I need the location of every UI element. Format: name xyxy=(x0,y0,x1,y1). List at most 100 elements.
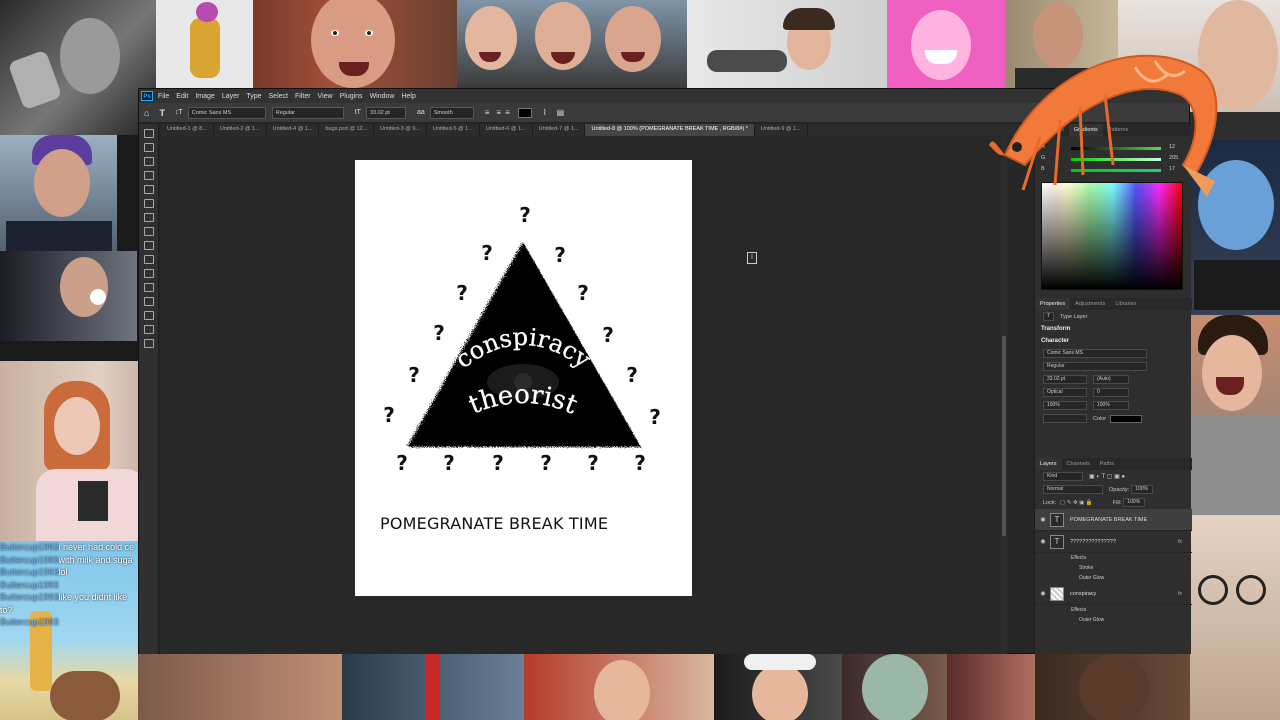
layer-effect-item[interactable]: Outer Glow xyxy=(1035,573,1192,583)
document-tab[interactable]: Untitled-2 @ 1... xyxy=(214,124,267,136)
frame-tool-icon[interactable] xyxy=(143,199,154,208)
antialias-dropdown[interactable]: Smooth xyxy=(429,106,474,119)
blur-tool-icon[interactable] xyxy=(143,311,154,320)
document-tab[interactable]: Untitled-9 @ 1... xyxy=(755,124,808,136)
document-tab[interactable]: bugs.psd @ 12... xyxy=(319,124,375,136)
healing-tool-icon[interactable] xyxy=(143,227,154,236)
document-tab[interactable]: Untitled-6 @ 1... xyxy=(480,124,533,136)
stamp-tool-icon[interactable] xyxy=(143,255,154,264)
prop-vscale-field[interactable]: 100% xyxy=(1043,401,1087,410)
chat-username: Buttercup1993 xyxy=(0,617,59,627)
menu-filter[interactable]: Filter xyxy=(295,93,311,100)
menu-select[interactable]: Select xyxy=(269,93,288,100)
type-tool-icon[interactable]: T xyxy=(159,108,165,118)
layer-effects-badge[interactable]: fx xyxy=(1178,591,1182,597)
marquee-tool-icon[interactable] xyxy=(143,143,154,152)
document-tab[interactable]: Untitled-3 @ 9... xyxy=(374,124,427,136)
menu-plugins[interactable]: Plugins xyxy=(340,93,363,100)
move-tool-icon[interactable] xyxy=(143,129,154,138)
menu-view[interactable]: View xyxy=(318,93,333,100)
tab-channels[interactable]: Channels xyxy=(1062,458,1095,470)
font-style-dropdown[interactable]: Regular xyxy=(271,106,344,119)
pen-tool-icon[interactable] xyxy=(143,339,154,348)
question-mark-glyph: ? xyxy=(554,243,566,267)
tab-properties[interactable]: Properties xyxy=(1035,298,1071,310)
layer-filter-kind[interactable]: Kind xyxy=(1043,472,1083,481)
menu-edit[interactable]: Edit xyxy=(176,93,188,100)
prop-color-swatch[interactable] xyxy=(1110,414,1143,423)
align-right-icon[interactable]: ≡ xyxy=(505,108,510,117)
menu-window[interactable]: Window xyxy=(370,93,395,100)
brush-tool-icon[interactable] xyxy=(143,241,154,250)
document-tab[interactable]: Untitled-7 @ 1... xyxy=(533,124,586,136)
menu-file[interactable]: File xyxy=(158,93,169,100)
menu-layer[interactable]: Layer xyxy=(222,93,240,100)
lock-icons[interactable]: ▢ ✎ ✥ ▣ 🔒 xyxy=(1060,500,1093,506)
prop-style-dropdown[interactable]: Regular xyxy=(1043,362,1147,371)
opacity-field[interactable]: 100% xyxy=(1131,485,1154,494)
character-section[interactable]: Character xyxy=(1035,335,1192,347)
crop-tool-icon[interactable] xyxy=(143,185,154,194)
collage-tile-bottom-1 xyxy=(138,654,342,720)
blend-mode-dropdown[interactable]: Normal xyxy=(1043,485,1103,494)
tab-paths[interactable]: Paths xyxy=(1095,458,1119,470)
layer-effect-item[interactable]: Effects xyxy=(1035,605,1192,615)
scroll-thumb[interactable] xyxy=(1002,336,1006,536)
menu-type[interactable]: Type xyxy=(246,93,261,100)
collage-tile-boy-pointing xyxy=(687,0,887,88)
align-left-icon[interactable]: ≡ xyxy=(485,108,490,117)
fill-field[interactable]: 100% xyxy=(1123,498,1146,507)
document-tab[interactable]: Untitled-1 @ 8... xyxy=(161,124,214,136)
menu-image[interactable]: Image xyxy=(195,93,214,100)
layer-effects-badge[interactable]: fx xyxy=(1178,539,1182,545)
document-tab[interactable]: Untitled-8 @ 100% (POMEGRANATE BREAK TIM… xyxy=(585,124,755,136)
collage-tile-bottom-alien xyxy=(842,654,947,720)
document-canvas[interactable]: conspiracy theorist ????????????????? PO… xyxy=(355,160,692,596)
collage-tile-three-men xyxy=(457,0,687,88)
prop-font-dropdown[interactable]: Comic Sans MS xyxy=(1043,349,1147,358)
layer-row[interactable]: ◉ conspiracy fx xyxy=(1035,583,1192,605)
tab-libraries[interactable]: Libraries xyxy=(1110,298,1141,310)
font-size-dropdown[interactable]: 33.02 pt xyxy=(365,106,406,119)
quick-select-tool-icon[interactable] xyxy=(143,171,154,180)
layer-effect-item[interactable]: Effects xyxy=(1035,553,1192,563)
document-tab[interactable]: Untitled-4 @ 1... xyxy=(267,124,320,136)
text-color-swatch[interactable] xyxy=(517,107,532,118)
align-center-icon[interactable]: ≡ xyxy=(496,108,501,117)
layer-row[interactable]: ◉ T??????????????? fx xyxy=(1035,531,1192,553)
eyedropper-tool-icon[interactable] xyxy=(143,213,154,222)
type-orientation-icon[interactable]: ↕T xyxy=(175,109,183,116)
history-brush-tool-icon[interactable] xyxy=(143,269,154,278)
properties-tabs: Properties Adjustments Libraries xyxy=(1035,298,1192,310)
prop-tracking-field[interactable]: 0 xyxy=(1093,388,1129,397)
transform-section[interactable]: Transform xyxy=(1035,323,1192,335)
character-panel-icon[interactable]: ▤ xyxy=(557,108,565,117)
canvas-area[interactable]: conspiracy theorist ????????????????? PO… xyxy=(160,136,1005,654)
vertical-scrollbar[interactable] xyxy=(1001,136,1007,654)
caption-pomegranate-break-time[interactable]: POMEGRANATE BREAK TIME xyxy=(380,514,608,533)
eraser-tool-icon[interactable] xyxy=(143,283,154,292)
layer-filter-icons[interactable]: ▣ ◐ T ▢ ▣ ● xyxy=(1089,473,1125,480)
tab-adjustments[interactable]: Adjustments xyxy=(1070,298,1110,310)
menu-help[interactable]: Help xyxy=(401,93,415,100)
prop-kerning-field[interactable]: Optical xyxy=(1043,388,1087,397)
document-tab[interactable]: Untitled-5 @ 1... xyxy=(427,124,480,136)
gradient-tool-icon[interactable] xyxy=(143,297,154,306)
lasso-tool-icon[interactable] xyxy=(143,157,154,166)
layer-effect-item[interactable]: Stroke xyxy=(1035,563,1192,573)
visibility-eye-icon[interactable]: ◉ xyxy=(1039,590,1047,597)
layer-row[interactable]: ◉ T POMEGRANATE BREAK TIME xyxy=(1035,509,1192,531)
font-family-dropdown[interactable]: Comic Sans MS xyxy=(187,106,266,119)
home-icon[interactable]: ⌂ xyxy=(144,108,149,118)
prop-hscale-field[interactable]: 100% xyxy=(1093,401,1129,410)
tab-layers[interactable]: Layers xyxy=(1035,458,1062,470)
prop-size-field[interactable]: 33.02 pt xyxy=(1043,375,1087,384)
dodge-tool-icon[interactable] xyxy=(143,325,154,334)
warp-text-icon[interactable]: ⌇ xyxy=(543,108,547,117)
chat-username: Buttercup1993 xyxy=(0,567,59,577)
prop-leading-field[interactable]: (Auto) xyxy=(1093,375,1129,384)
visibility-eye-icon[interactable]: ◉ xyxy=(1039,516,1047,523)
layer-effect-item[interactable]: Outer Glow xyxy=(1035,615,1192,625)
visibility-eye-icon[interactable]: ◉ xyxy=(1039,538,1047,545)
prop-baseline-field[interactable] xyxy=(1043,414,1087,423)
